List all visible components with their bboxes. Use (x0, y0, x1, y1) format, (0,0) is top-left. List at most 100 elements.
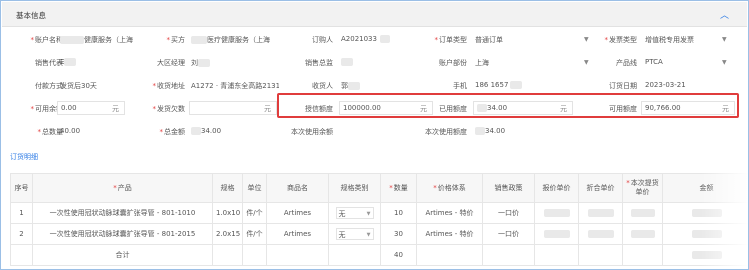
total-qty-label: *总数量 (37, 128, 64, 136)
table-row[interactable]: 2 一次性使用冠状动脉球囊扩张导管 - 801-2015 2.0x15 件/个 … (10, 223, 748, 245)
column-header: *本次提货单价 (622, 173, 663, 203)
total-label: 合计 (32, 244, 213, 266)
spec-cell: 2.0x15 (212, 223, 243, 245)
empty-cell (242, 244, 267, 266)
unit-cell: 件/个 (242, 223, 267, 245)
empty-cell (212, 244, 243, 266)
scroll-fade (701, 173, 748, 269)
account-dept-select[interactable]: 上海 (475, 58, 489, 68)
empty-cell (266, 244, 329, 266)
tab-order-details[interactable]: 订货明细 (10, 152, 38, 162)
price-system-cell: Artimes - 特价 (416, 202, 483, 224)
category-select[interactable]: 无 ▼ (335, 228, 374, 240)
net-price-cell (578, 202, 623, 224)
account-dept-label: 账户部份 (439, 59, 467, 67)
qty-cell[interactable]: 30 (380, 223, 417, 245)
product-cell: 一次性使用冠状动脉球囊扩张导管 - 801-1010 (32, 202, 213, 224)
sales-rep-label: 销售代表 (35, 59, 63, 67)
column-header: 序号 (10, 173, 33, 203)
category-select[interactable]: 无 ▼ (335, 207, 374, 219)
shipping-count-input[interactable]: 元 (189, 101, 277, 115)
invoice-type-select[interactable]: 增值税专用发票 (645, 35, 694, 45)
empty-cell (328, 244, 381, 266)
chevron-up-icon[interactable]: ︿ (720, 8, 729, 21)
column-header: 折合单价 (578, 173, 623, 203)
unit-cell: 件/个 (242, 202, 267, 224)
region-manager-label: 大区经理 (157, 59, 185, 67)
column-header: 商品名 (266, 173, 329, 203)
total-qty-cell: 40 (380, 244, 417, 266)
category-cell[interactable]: 无 ▼ (328, 202, 381, 224)
order-table: 序号 *产品 规格 单位 商品名 规格类别 *数量 *价格体系 销售政策 报价单… (10, 173, 748, 266)
total-amount-label: *总金额 (159, 128, 186, 136)
sales-rep-value: E (60, 58, 77, 66)
caret-down-icon[interactable]: ▼ (722, 59, 727, 66)
buyer-value: 医疗健康服务（上海 (191, 35, 270, 45)
sales-director-value (341, 58, 353, 66)
this-used-limit-value: 34.00 (475, 127, 505, 135)
order-no-label: 订购人 (312, 36, 333, 44)
order-no-value: A2021033 (341, 35, 390, 43)
form-window: 基本信息 ︿ *账户名称 健康服务（上海 *买方 医疗健康服务（上海 订购人 A… (0, 0, 749, 270)
empty-cell (416, 244, 483, 266)
invoice-type-label: *发票类型 (604, 36, 638, 44)
policy-cell: 一口价 (482, 202, 535, 224)
table-row[interactable]: 1 一次性使用冠状动脉球囊扩张导管 - 801-1010 1.0x10 件/个 … (10, 202, 748, 224)
order-type-select[interactable]: 普通订单 (475, 35, 503, 45)
category-cell[interactable]: 无 ▼ (328, 223, 381, 245)
this-used-amount-label: 本次使用余额 (291, 128, 333, 136)
product-cell: 一次性使用冠状动脉球囊扩张导管 - 801-2015 (32, 223, 213, 245)
available-balance-label: *可用余额 (30, 105, 64, 113)
price-system-cell: Artimes - 特价 (416, 223, 483, 245)
available-balance-input[interactable]: 0.00 元 (57, 101, 125, 115)
column-header: 销售政策 (482, 173, 535, 203)
qty-cell[interactable]: 10 (380, 202, 417, 224)
total-amount-value: 34.00 (191, 127, 221, 135)
caret-down-icon[interactable]: ▼ (722, 36, 727, 43)
region-manager-value: 刘 (191, 58, 210, 68)
column-header: 规格 (212, 173, 243, 203)
phone-label: 手机 (453, 82, 467, 90)
account-name-value: 健康服务（上海 (60, 35, 133, 45)
quote-price-cell (534, 202, 579, 224)
pickup-price-cell (622, 202, 663, 224)
available-balance-value: 0.00 (61, 104, 77, 112)
table-header-row: 序号 *产品 规格 单位 商品名 规格类别 *数量 *价格体系 销售政策 报价单… (10, 173, 748, 203)
column-header: 单位 (242, 173, 267, 203)
shipping-count-label: *发货欠数 (152, 105, 186, 113)
caret-down-icon: ▼ (366, 211, 371, 217)
empty-cell (534, 244, 579, 266)
address-value: A1272 · 青浦东全高路2131弄 (191, 82, 279, 90)
highlight-box (277, 93, 739, 118)
receiver-label: 收货人 (312, 82, 333, 90)
policy-cell: 一口价 (482, 223, 535, 245)
unit-label: 元 (112, 105, 119, 113)
brand-cell: Artimes (266, 202, 329, 224)
total-qty-value: 40.00 (60, 127, 81, 135)
empty-cell (10, 244, 33, 266)
payment-label: 付款方式 (35, 82, 63, 90)
section-header[interactable]: 基本信息 ︿ (2, 2, 747, 27)
address-label: *收货地址 (152, 82, 186, 90)
column-header: 报价单价 (534, 173, 579, 203)
order-date-label: 订货日期 (609, 82, 637, 90)
section-title: 基本信息 (16, 11, 46, 20)
empty-cell (622, 244, 663, 266)
quote-price-cell (534, 223, 579, 245)
order-type-label: *订单类型 (434, 36, 468, 44)
empty-cell (578, 244, 623, 266)
payment-value: 发货后30天 (60, 82, 97, 90)
phone-value: 186 1657 (475, 81, 523, 89)
column-header: *产品 (32, 173, 213, 203)
column-header: *数量 (380, 173, 417, 203)
empty-cell (482, 244, 535, 266)
account-name-label: *账户名称 (30, 36, 64, 44)
row-number: 2 (10, 223, 33, 245)
product-line-select[interactable]: PTCA (645, 58, 663, 66)
receiver-value: 郭 (341, 81, 360, 91)
caret-down-icon: ▼ (366, 232, 371, 238)
product-line-label: 产品线 (616, 59, 637, 67)
total-row: 合计 40 (10, 244, 748, 266)
brand-cell: Artimes (266, 223, 329, 245)
spec-cell: 1.0x10 (212, 202, 243, 224)
